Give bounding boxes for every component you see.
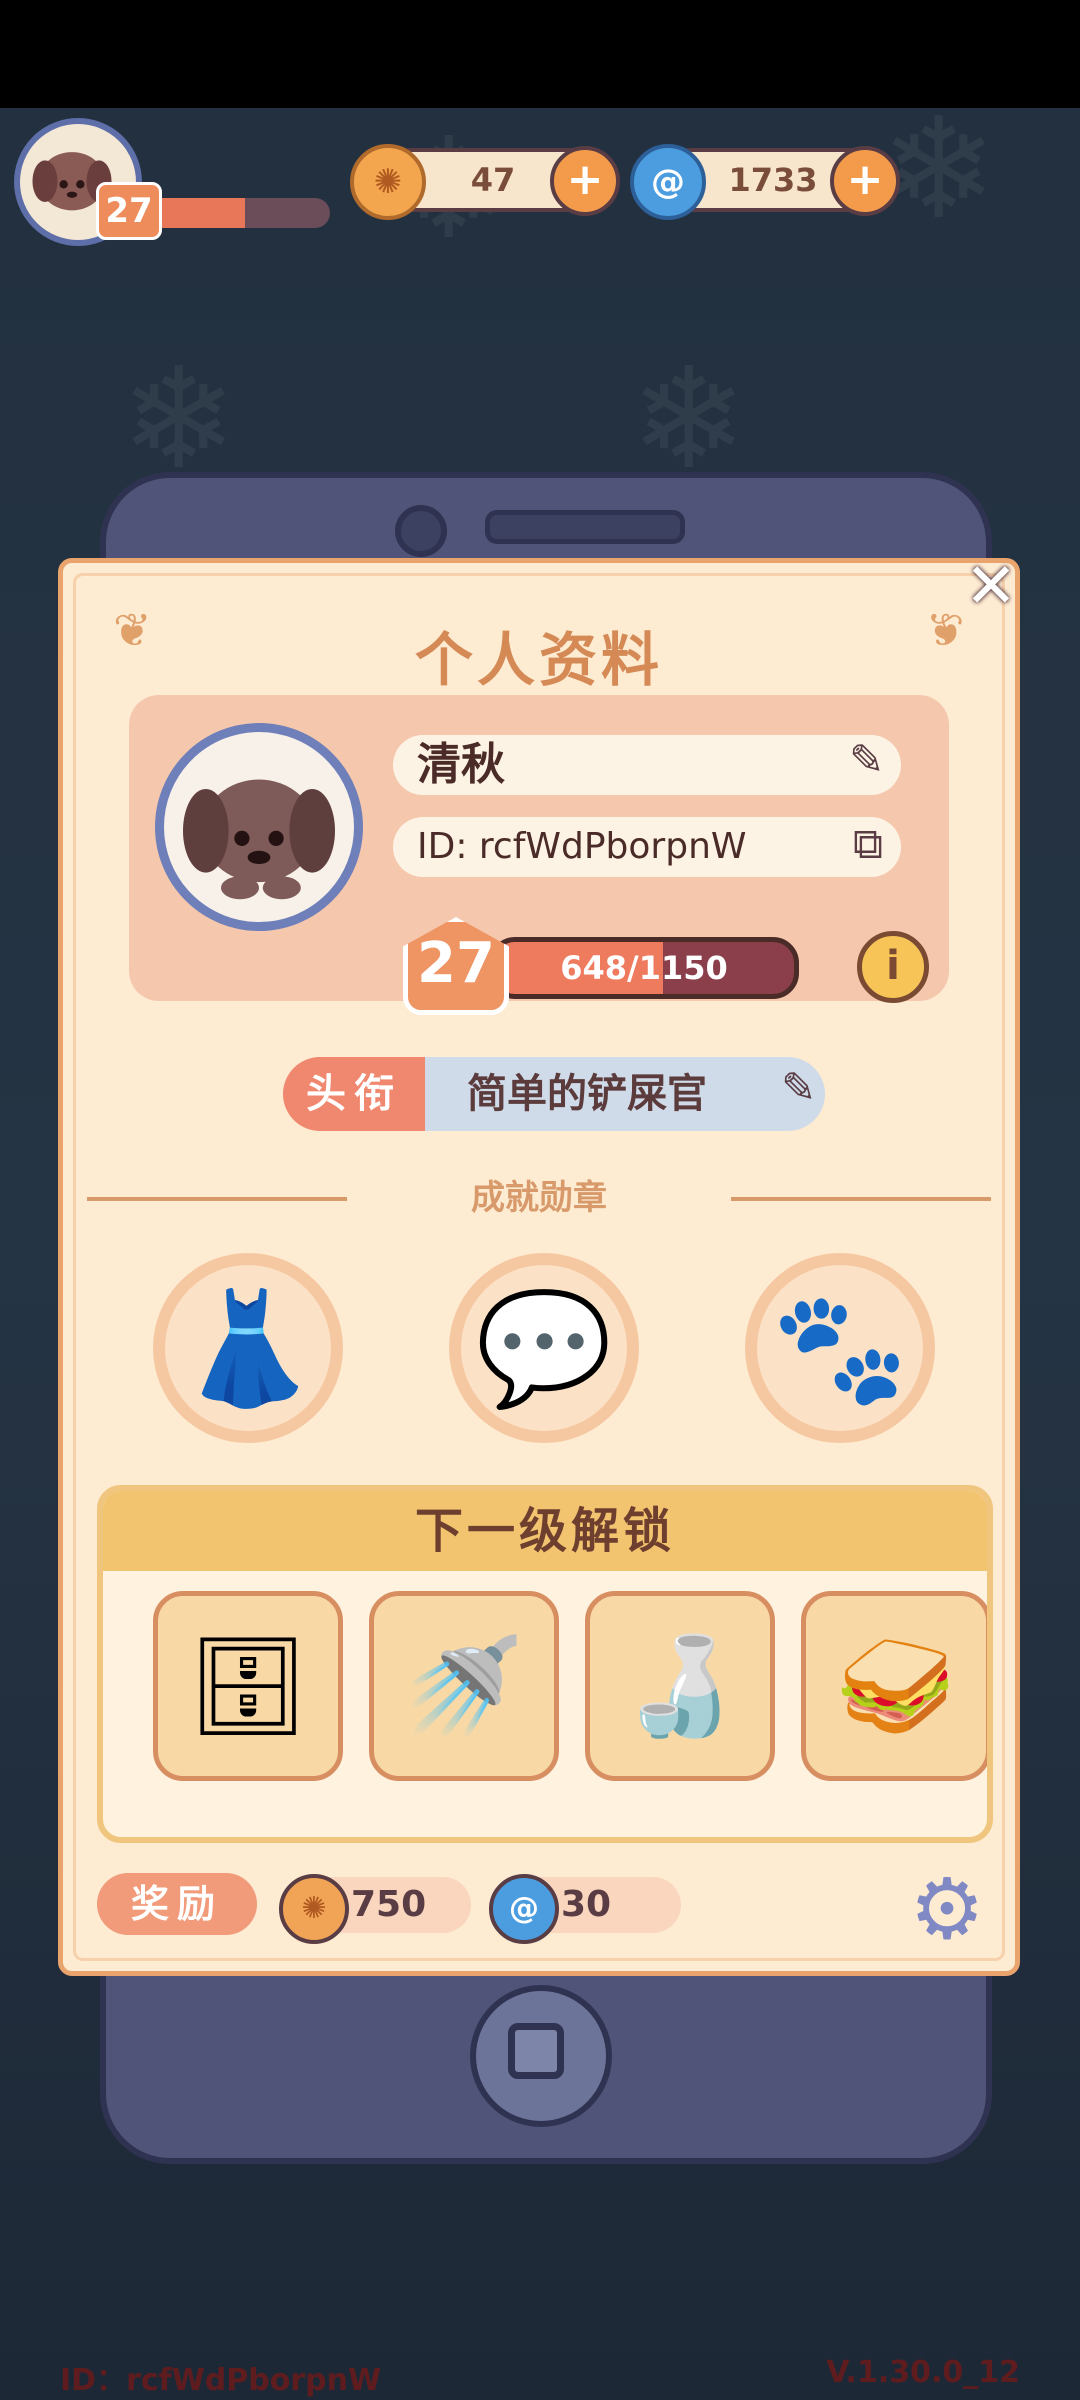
footer-player-id: ID：rcfWdPborpnW xyxy=(60,2363,382,2398)
profile-card: 清秋 ✎ ID: rcfWdPborpnW ⧉ 648/1150 27 i xyxy=(129,695,949,1015)
achievements-label: 成就勋章 xyxy=(471,1178,607,1218)
achievement-badge-dress[interactable]: 👗 xyxy=(153,1253,343,1443)
unlock-item-cabinet[interactable]: 🗄 xyxy=(153,1591,343,1781)
reward-gems: @ 30 xyxy=(489,1874,681,1944)
footer-version: V.1.30.0_12 xyxy=(826,2355,1020,2390)
settings-gear-icon[interactable]: ⚙ xyxy=(903,1865,991,1953)
shower-icon: 🚿 xyxy=(404,1629,524,1742)
phone-camera-icon xyxy=(395,505,447,557)
profile-avatar-button[interactable] xyxy=(155,723,363,931)
reward-coins-value: 750 xyxy=(351,1884,427,1925)
level-badge: 27 xyxy=(403,917,509,1015)
sauce-bottles-icon: 🍶 xyxy=(620,1629,740,1742)
snowflake-decoration-icon: ❄ xyxy=(630,338,748,501)
heart-message-icon: 💬 xyxy=(475,1283,613,1412)
dog-avatar-icon xyxy=(183,779,335,900)
gem-swirl-icon: @ xyxy=(489,1874,559,1944)
coin-icon: ✺ xyxy=(279,1874,349,1944)
edit-title-icon[interactable]: ✎ xyxy=(781,1063,816,1112)
home-square-icon xyxy=(508,2023,564,2079)
next-level-unlock-box: 下一级解锁 🗄 🚿 🍶 🥪 xyxy=(97,1485,993,1843)
close-button[interactable]: ✕ xyxy=(960,555,1022,618)
unlock-item-sandwich[interactable]: 🥪 xyxy=(801,1591,987,1781)
sandwich-icon: 🥪 xyxy=(836,1629,956,1742)
info-button[interactable]: i xyxy=(857,931,929,1003)
gem-swirl-icon: @ xyxy=(630,144,706,220)
cabinet-icon: 🗄 xyxy=(187,1629,309,1742)
profile-panel: ❦ ❦ 个人资料 清秋 ✎ ID: rcfWdPborpnW ⧉ 648/115… xyxy=(58,558,1020,1976)
snowflake-decoration-icon: ❄ xyxy=(120,338,238,501)
phone-home-button[interactable] xyxy=(470,1985,612,2127)
profile-xp-bar: 648/1150 xyxy=(489,937,799,999)
paw-icon: 🐾 xyxy=(771,1283,909,1412)
unlock-item-shower[interactable]: 🚿 xyxy=(369,1591,559,1781)
coin-icon: ✺ xyxy=(350,144,426,220)
reward-gems-value: 30 xyxy=(561,1884,612,1925)
player-title-row: 头衔 简单的铲屎官 ✎ xyxy=(283,1057,843,1131)
achievements-header: 成就勋章 xyxy=(63,1175,1015,1221)
player-name: 清秋 xyxy=(417,739,505,790)
dress-icon: 👗 xyxy=(179,1283,317,1412)
achievement-badge-paw[interactable]: 🐾 xyxy=(745,1253,935,1443)
player-title-value[interactable]: 简单的铲屎官 xyxy=(425,1057,825,1131)
phone-speaker-icon xyxy=(485,510,685,544)
achievement-badge-heart-message[interactable]: 💬 xyxy=(449,1253,639,1443)
unlock-items-scroller[interactable]: 🗄 🚿 🍶 🥪 xyxy=(153,1491,987,1837)
xp-text: 648/1150 xyxy=(560,949,728,987)
copy-id-icon[interactable]: ⧉ xyxy=(853,819,883,869)
hud-xp-bar xyxy=(140,198,330,228)
player-name-field: 清秋 xyxy=(393,735,901,795)
hud-level-badge: 27 xyxy=(96,182,162,240)
title-tag: 头衔 xyxy=(283,1057,425,1131)
add-gems-button[interactable]: + xyxy=(830,146,900,216)
reward-coins: ✺ 750 xyxy=(279,1874,471,1944)
player-id: ID: rcfWdPborpnW xyxy=(417,826,747,867)
reward-label: 奖励 xyxy=(97,1873,257,1935)
edit-name-icon[interactable]: ✎ xyxy=(849,735,884,784)
panel-title: 个人资料 xyxy=(414,626,663,694)
player-id-field: ID: rcfWdPborpnW xyxy=(393,817,901,877)
add-coins-button[interactable]: + xyxy=(550,146,620,216)
unlock-item-sauce-bottles[interactable]: 🍶 xyxy=(585,1591,775,1781)
